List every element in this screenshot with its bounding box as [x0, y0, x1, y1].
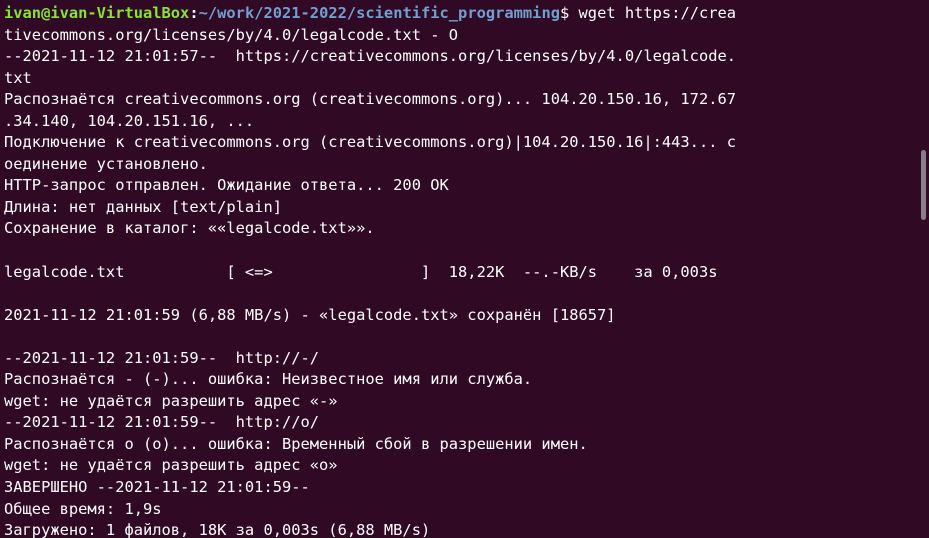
- prompt-line: ivan@ivan-VirtualBox:~/work/2021-2022/sc…: [4, 3, 929, 25]
- output-line: ЗАВЕРШЕНО --2021-11-12 21:01:59--: [4, 478, 310, 497]
- command-text: wget https://crea: [578, 4, 737, 22]
- prompt-symbol: $: [559, 4, 579, 22]
- scrollbar-thumb[interactable]: [921, 150, 926, 220]
- output-line: Распознаётся creativecommons.org (creati…: [4, 90, 737, 109]
- output-line: --2021-11-12 21:01:59-- http://-/: [4, 348, 320, 367]
- output-line: Длина: нет данных [text/plain]: [4, 197, 282, 216]
- output-line: tivecommons.org/licenses/by/4.0/legalcod…: [4, 25, 459, 44]
- output-line: Общее время: 1,9s: [4, 499, 162, 518]
- prompt-cwd: ~/work/2021-2022/scientific_programming: [198, 4, 560, 22]
- output-line: Подключение к creativecommons.org (creat…: [4, 133, 737, 152]
- output-line: Распознаётся - (-)... ошибка: Неизвестно…: [4, 370, 533, 389]
- output-line: Сохранение в каталог: ««legalcode.txt»».: [4, 219, 375, 238]
- output-line: Распознаётся o (o)... ошибка: Временный …: [4, 434, 588, 453]
- output-line: Загружено: 1 файлов, 18K за 0,003s (6,88…: [4, 521, 431, 538]
- output-line: wget: не удаётся разрешить адрес «o»: [4, 456, 338, 475]
- prompt-separator: :: [189, 4, 199, 22]
- terminal-window[interactable]: ivan@ivan-VirtualBox:~/work/2021-2022/sc…: [0, 0, 929, 538]
- output-line: .34.140, 104.20.151.16, ...: [4, 111, 255, 130]
- output-line: оединение установлено.: [4, 154, 208, 173]
- output-line: HTTP-запрос отправлен. Ожидание ответа..…: [4, 176, 449, 195]
- output-line: txt: [4, 68, 32, 87]
- output-line: 2021-11-12 21:01:59 (6,88 MB/s) - «legal…: [4, 305, 616, 324]
- output-line: --2021-11-12 21:01:59-- http://o/: [4, 413, 320, 432]
- prompt-user-host: ivan@ivan-VirtualBox: [4, 4, 190, 22]
- output-line: --2021-11-12 21:01:57-- https://creative…: [4, 47, 737, 66]
- output-line: legalcode.txt [ <=> ] 18,22K --.-KB/s за…: [4, 262, 718, 281]
- output-line: wget: не удаётся разрешить адрес «-»: [4, 391, 338, 410]
